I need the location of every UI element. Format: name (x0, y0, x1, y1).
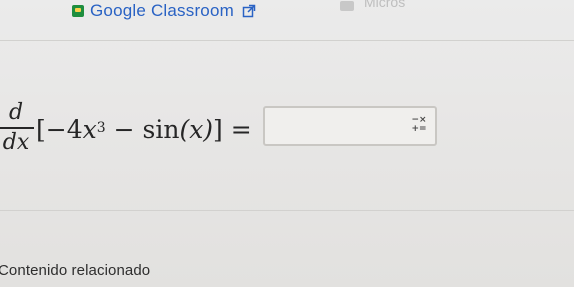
answer-input[interactable]: −× += (263, 106, 437, 146)
derivative-denominator: dx (2, 130, 30, 155)
derivative-operator: d dx (0, 100, 34, 156)
google-classroom-link[interactable]: Google Classroom (72, 1, 256, 21)
function-name: sin (142, 114, 180, 144)
variable: x (82, 114, 97, 144)
keypad-bottom-symbols: += (411, 124, 427, 134)
top-bar: Google Classroom Micros (0, 0, 574, 26)
faint-toggle-icon (340, 1, 354, 11)
external-link-icon (242, 4, 256, 18)
top-divider (0, 40, 574, 41)
derivative-expression: [ −4 x 3 − sin (x) ] = (36, 115, 260, 144)
fraction-bar (0, 127, 34, 129)
faint-header-text: Micros (364, 0, 406, 10)
minus-operator: − (105, 114, 143, 144)
related-content-heading: Contenido relacionado (0, 262, 151, 279)
close-bracket: ] (213, 114, 223, 144)
bottom-divider (0, 210, 574, 211)
exponent: 3 (96, 119, 106, 136)
open-bracket: [ (36, 114, 46, 144)
equals-sign: = (222, 114, 260, 144)
function-argument: (x) (179, 114, 214, 144)
google-classroom-label: Google Classroom (90, 1, 234, 20)
math-keypad-icon[interactable]: −× += (411, 116, 427, 134)
derivative-problem: d dx [ −4 x 3 − sin (x) ] = (0, 92, 260, 164)
derivative-numerator: d (8, 100, 24, 125)
google-classroom-icon (72, 5, 84, 17)
coefficient: −4 (45, 114, 83, 144)
